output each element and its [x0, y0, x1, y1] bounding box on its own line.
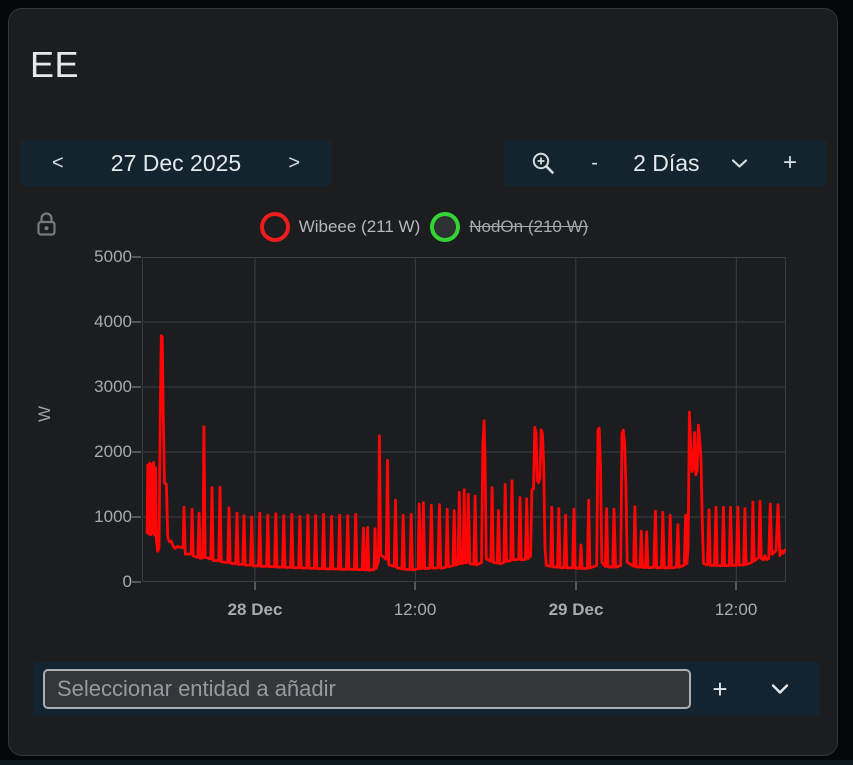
x-tick-mark: [254, 582, 256, 590]
y-tick-label: 2000: [72, 442, 132, 462]
x-tick-mark: [575, 582, 577, 590]
legend-item-nodon[interactable]: NodOn (210 W): [430, 212, 588, 242]
legend-label-nodon: NodOn (210 W): [469, 217, 588, 237]
range-navigation: - 2 Días +: [504, 140, 827, 186]
legend-item-wibeee[interactable]: Wibeee (211 W): [260, 212, 421, 242]
y-tick-mark: [132, 581, 141, 583]
legend-marker-wibeee: [260, 212, 290, 242]
zoom-reset-button[interactable]: [530, 150, 556, 176]
date-navigation: < 27 Dec 2025 >: [20, 140, 332, 186]
y-tick-label: 1000: [72, 507, 132, 527]
y-tick-mark: [132, 516, 141, 518]
page-title: EE: [30, 44, 79, 86]
range-decrease-button[interactable]: -: [587, 150, 602, 177]
chart-legend: Wibeee (211 W) NodOn (210 W): [24, 212, 824, 242]
entity-picker-panel: +: [33, 662, 820, 716]
background-strip: [0, 760, 853, 765]
next-day-button[interactable]: >: [284, 150, 304, 177]
x-tick-mark: [735, 582, 737, 590]
y-tick-mark: [132, 386, 141, 388]
range-label[interactable]: 2 Días: [633, 150, 699, 177]
chevron-down-icon: [731, 158, 748, 169]
y-tick-label: 3000: [72, 377, 132, 397]
entity-search-input[interactable]: [43, 669, 691, 709]
prev-day-button[interactable]: <: [48, 150, 68, 177]
y-tick-mark: [132, 451, 141, 453]
y-tick-label: 4000: [72, 312, 132, 332]
y-tick-label: 5000: [72, 247, 132, 267]
x-tick-label: 29 Dec: [549, 600, 604, 620]
chevron-down-icon: [771, 683, 789, 695]
legend-marker-nodon: [430, 212, 460, 242]
entity-expand-button[interactable]: [749, 683, 810, 695]
y-tick-mark: [132, 256, 141, 258]
series-wibeee: [147, 336, 785, 571]
y-axis-unit-label: W: [35, 399, 55, 429]
magnifying-glass-plus-icon: [530, 150, 556, 176]
y-tick-mark: [132, 321, 141, 323]
add-entity-button[interactable]: +: [691, 673, 749, 706]
chart-plot-area[interactable]: [142, 257, 786, 582]
x-tick-label: 12:00: [394, 600, 437, 620]
power-line-chart: [142, 257, 786, 582]
range-increase-button[interactable]: +: [779, 147, 801, 179]
legend-label-wibeee: Wibeee (211 W): [299, 217, 421, 237]
x-tick-label: 12:00: [715, 600, 758, 620]
x-tick-label: 28 Dec: [228, 600, 283, 620]
y-tick-label: 0: [72, 572, 132, 592]
selected-date-label[interactable]: 27 Dec 2025: [111, 150, 241, 177]
range-dropdown-button[interactable]: [731, 158, 748, 169]
x-tick-mark: [414, 582, 416, 590]
